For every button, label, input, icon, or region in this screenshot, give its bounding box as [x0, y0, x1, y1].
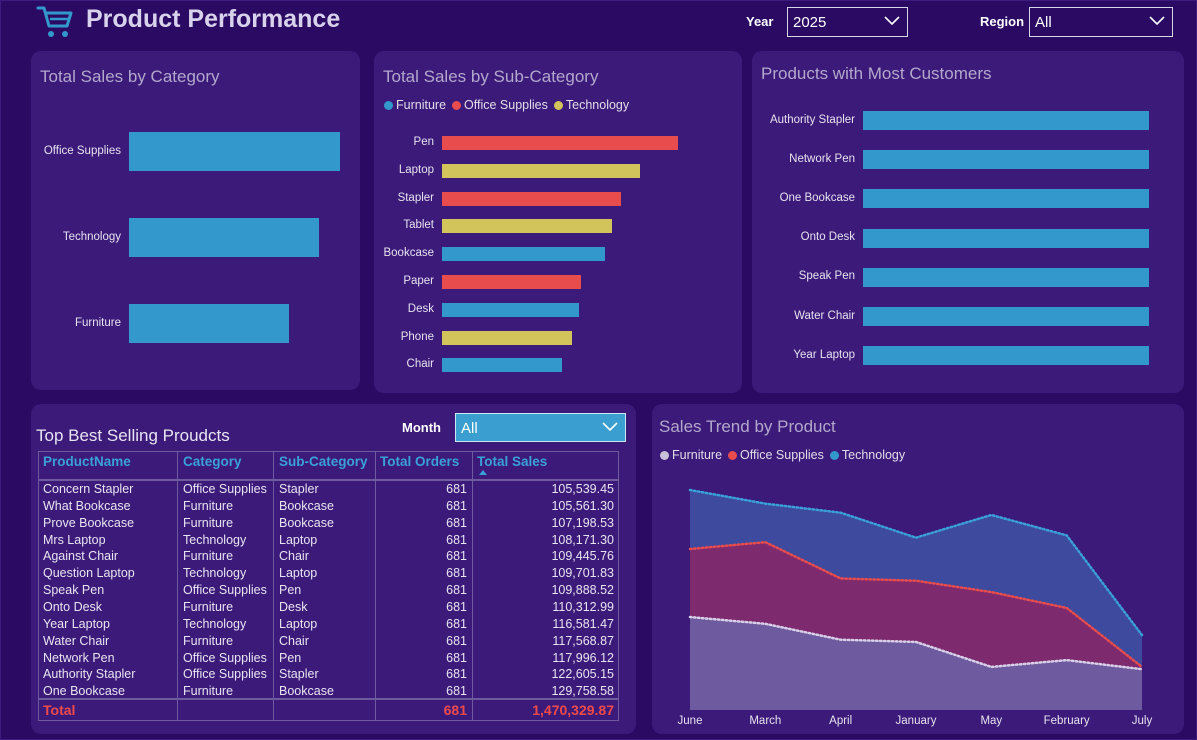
x-tick-june: June [677, 715, 703, 727]
x-tick-may: May [980, 715, 1003, 727]
x-tick-april: April [829, 715, 853, 727]
sales-trend-area-chart [688, 488, 1144, 710]
x-tick-february: February [1043, 715, 1090, 727]
x-tick-march: March [749, 715, 782, 727]
x-tick-january: January [895, 715, 937, 727]
x-tick-july: July [1131, 715, 1153, 727]
